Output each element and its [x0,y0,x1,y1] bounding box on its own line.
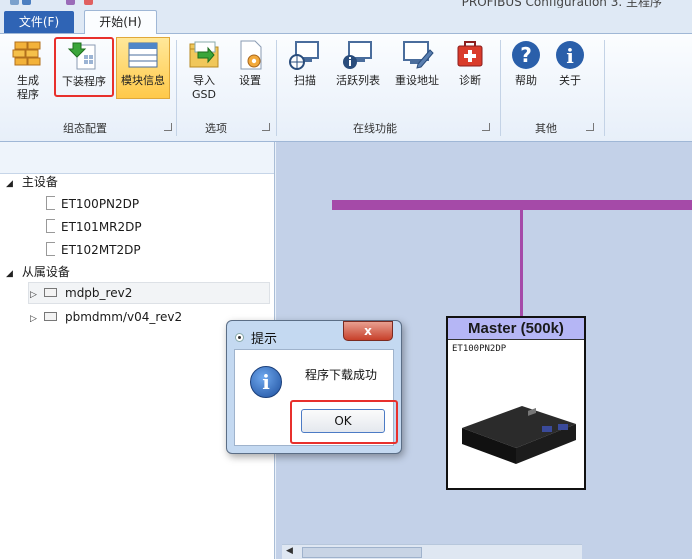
import-gsd-button[interactable]: 导入 GSD [182,38,226,118]
download-program-button[interactable]: 下装程序 [54,37,114,97]
message-dialog: 提示 x i 程序下载成功 OK [226,320,402,454]
scroll-left-icon[interactable]: ◀ [286,546,293,556]
group-divider [176,40,177,136]
information-icon: i [250,366,282,398]
highlight-box: OK [290,400,398,444]
group-label-other: 其他 [535,122,557,135]
group-divider [276,40,277,136]
first-aid-kit-icon [453,38,487,72]
module-icon [44,312,57,321]
tree-node-slaves[interactable]: ◢ 从属设备 [6,262,70,282]
tree-node-masters[interactable]: ◢ 主设备 [6,172,58,192]
group-divider [604,40,605,136]
window-panel-icon [126,38,160,72]
download-icon [67,39,101,73]
gear-document-icon [233,38,267,72]
quick-access-icon[interactable] [66,0,75,5]
about-button[interactable]: i 关于 [550,38,590,118]
device-title: Master (500k) [448,318,584,340]
device-image [448,366,584,488]
tree-item-master[interactable]: ET102MT2DP [46,240,141,260]
svg-text:?: ? [520,43,532,67]
master-device-block[interactable]: Master (500k) ET100PN2DP [446,316,586,490]
group-launcher-icon[interactable] [482,123,490,131]
info-icon: i [553,38,587,72]
expanded-arrow-icon[interactable]: ◢ [6,174,18,194]
quick-access-icon[interactable] [22,0,31,5]
tab-home[interactable]: 开始(H) [84,10,157,35]
generate-program-button[interactable]: 生成 程序 [6,38,50,118]
tab-file[interactable]: 文件(F) [4,11,74,33]
monitor-edit-icon [400,38,434,72]
window-title: PROFIBUS Configuration 3. 主程序 [461,0,662,8]
tree-line-icon [46,196,55,210]
brick-wall-icon [11,38,45,72]
network-scan-icon [288,38,322,72]
dialog-message: 程序下载成功 [305,368,378,382]
collapsed-arrow-icon[interactable]: ▷ [30,285,42,305]
close-button[interactable]: x [343,321,393,341]
group-label-config: 组态配置 [63,122,107,135]
tree-line-icon [46,242,55,256]
collapsed-arrow-icon[interactable]: ▷ [30,309,42,329]
tree-header [0,142,274,174]
horizontal-scrollbar[interactable]: ◀ [282,544,582,559]
title-bar: PROFIBUS Configuration 3. 主程序 [0,0,692,8]
group-label-online: 在线功能 [353,122,397,135]
ok-button[interactable]: OK [301,409,385,433]
ribbon-tab-row: 文件(F) 开始(H) [0,8,692,35]
monitor-info-icon [341,38,375,72]
group-divider [500,40,501,136]
tree-line-icon [46,219,55,233]
group-label-options: 选项 [205,122,227,135]
scroll-thumb[interactable] [302,547,422,558]
group-launcher-icon[interactable] [164,123,172,131]
diagnose-button[interactable]: 诊断 [450,38,490,118]
tree-item-slave[interactable]: ▷ pbmdmm/v04_rev2 [30,307,182,327]
scan-button[interactable]: 扫描 [284,38,326,118]
help-button[interactable]: ? 帮助 [506,38,546,118]
profibus-line [332,200,692,210]
help-icon: ? [509,38,543,72]
active-list-button[interactable]: 活跃列表 [330,38,386,118]
tree-item-master[interactable]: ET101MR2DP [46,217,142,237]
dialog-title: 提示 [251,332,278,347]
module-icon [44,288,57,297]
reset-address-button[interactable]: 重设地址 [390,38,444,118]
module-info-button[interactable]: 模块信息 [116,37,170,99]
dialog-body: i 程序下载成功 OK [234,349,398,446]
bus-drop-line [520,210,523,316]
settings-button[interactable]: 设置 [230,38,270,118]
tree-item-master[interactable]: ET100PN2DP [46,194,139,214]
tree-item-slave[interactable]: ▷ mdpb_rev2 [30,283,132,303]
expanded-arrow-icon[interactable]: ◢ [6,264,18,284]
quick-access-icon[interactable] [10,0,19,5]
quick-access-icon[interactable] [84,0,93,5]
folder-import-icon [187,38,221,72]
ribbon: 生成 程序 下装程序 模块信息 组态配置 导入 GSD 设置 选项 扫描 活跃列… [0,34,692,142]
group-launcher-icon[interactable] [262,123,270,131]
dialog-app-icon [235,333,244,342]
svg-text:i: i [566,44,574,68]
group-launcher-icon[interactable] [586,123,594,131]
device-type-label: ET100PN2DP [452,344,507,354]
